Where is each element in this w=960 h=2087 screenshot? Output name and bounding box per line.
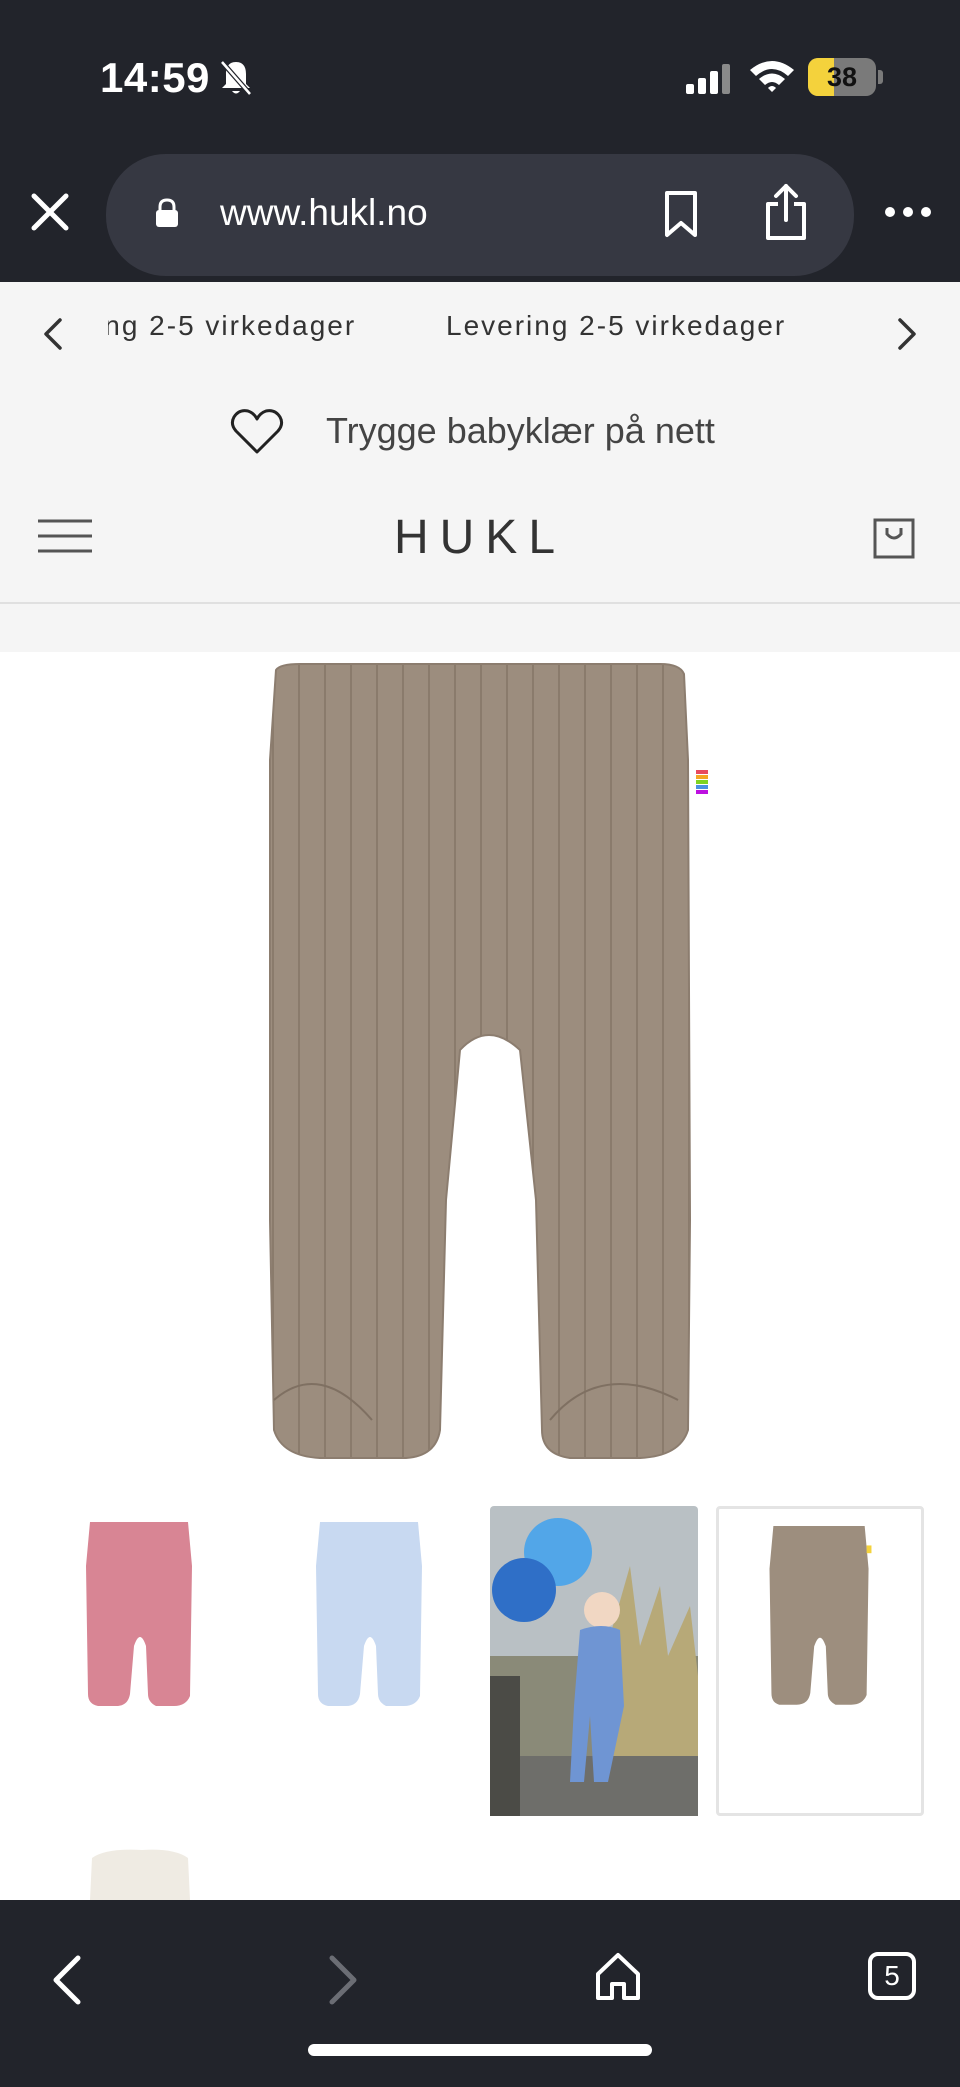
battery-icon: 38	[808, 58, 876, 96]
battery-nub	[878, 70, 883, 84]
thumbnail-pink-pants[interactable]	[36, 1506, 244, 1816]
announcement-message: Levering 2-5 virkedager	[446, 310, 787, 341]
bookmark-icon[interactable]	[662, 190, 700, 238]
store-logo[interactable]: HUKL	[0, 510, 960, 565]
thumbnail-light-blue-pants[interactable]	[260, 1506, 468, 1816]
lock-icon	[156, 198, 178, 227]
wifi-icon	[750, 61, 794, 92]
tagline-text: Trygge babyklær på nett	[326, 410, 715, 451]
back-icon[interactable]	[48, 1952, 88, 2008]
chevron-left-icon[interactable]	[40, 314, 66, 354]
bell-slash-icon	[220, 60, 252, 96]
battery-level: 38	[826, 62, 858, 92]
thumbnail-baby-photo[interactable]	[490, 1506, 698, 1816]
browser-bottom-toolbar: 5	[0, 1900, 960, 2087]
home-icon[interactable]	[592, 1950, 644, 2002]
tabs-button[interactable]: 5	[868, 1952, 916, 2000]
tagline: Trygge babyklær på nett	[0, 394, 960, 464]
forward-icon	[329, 1955, 357, 2005]
thumbnail-white-pants[interactable]	[86, 1844, 196, 1900]
more-icon[interactable]	[884, 204, 932, 220]
header-divider	[0, 602, 960, 604]
thumbnail-brown-pants[interactable]	[716, 1506, 924, 1816]
share-icon[interactable]	[762, 182, 810, 242]
status-time: 14:59	[100, 54, 210, 101]
announcement-track: Levering 2-5 virkedager Levering 2-5 vir…	[108, 308, 848, 358]
browser-top-chrome: 14:59 38 www.hukl.no	[0, 0, 960, 282]
announcement-bar: Levering 2-5 virkedager Levering 2-5 vir…	[0, 282, 960, 652]
url-bar[interactable]: www.hukl.no	[106, 154, 854, 276]
heart-icon	[230, 409, 284, 454]
product-main-image[interactable]	[260, 660, 710, 1470]
url-text[interactable]: www.hukl.no	[220, 192, 428, 234]
home-indicator[interactable]	[308, 2044, 652, 2056]
cart-icon[interactable]	[872, 514, 916, 560]
announcement-message: Levering 2-5 virkedager	[108, 310, 357, 341]
chevron-right-icon[interactable]	[894, 314, 920, 354]
close-icon[interactable]	[28, 190, 72, 234]
signal-icon	[686, 64, 730, 94]
